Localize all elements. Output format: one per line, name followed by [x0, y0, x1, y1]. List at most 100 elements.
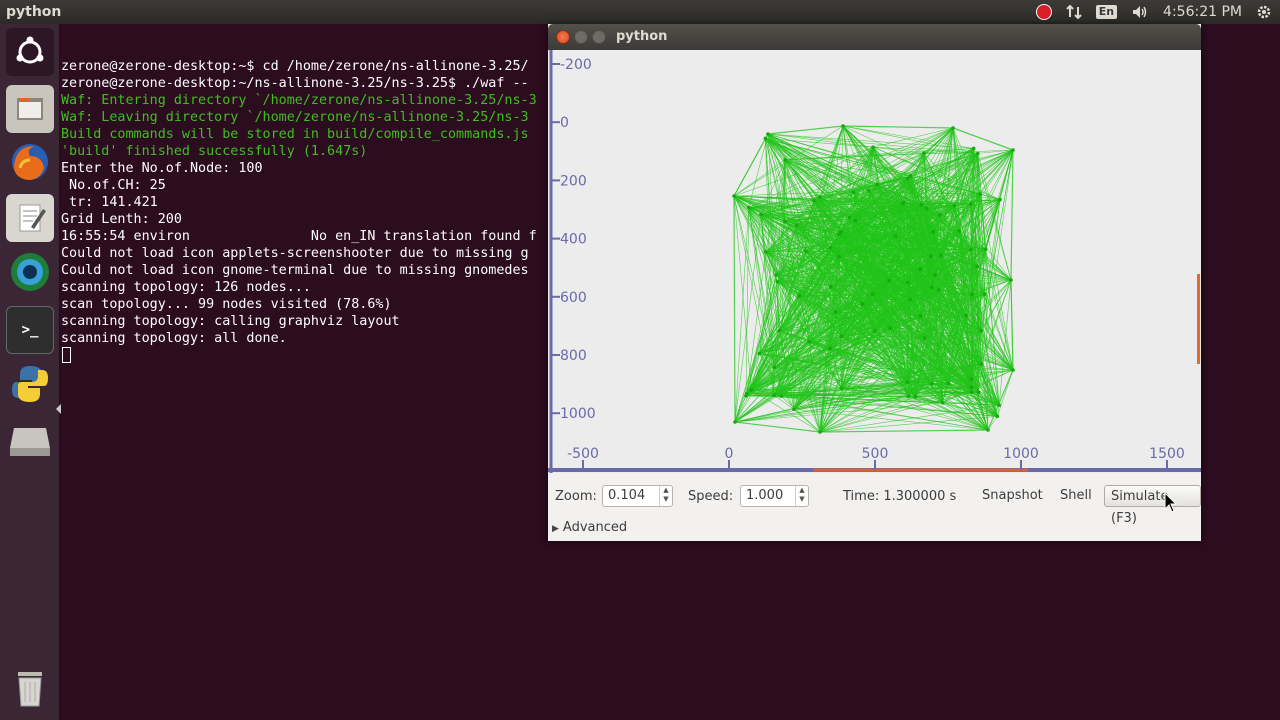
topology-node[interactable]	[772, 393, 776, 398]
topology-node[interactable]	[995, 414, 1000, 419]
topology-node[interactable]	[931, 230, 936, 234]
topology-node[interactable]	[833, 310, 838, 314]
topology-node[interactable]	[997, 403, 1001, 408]
snapshot-button[interactable]: Snapshot	[982, 485, 1043, 507]
topology-node[interactable]	[975, 264, 979, 268]
topology-node[interactable]	[733, 420, 737, 424]
simulate-button[interactable]: Simulate (F3)	[1104, 485, 1201, 526]
topology-node[interactable]	[818, 430, 822, 434]
topology-node[interactable]	[979, 362, 984, 366]
terminal-output[interactable]: zerone@zerone-desktop:~$ cd /home/zerone…	[61, 24, 548, 720]
topology-node[interactable]	[964, 314, 968, 318]
topology-node[interactable]	[744, 391, 749, 396]
topology-node[interactable]	[908, 174, 913, 178]
software-center-icon[interactable]	[6, 248, 54, 296]
topology-node[interactable]	[924, 206, 929, 211]
keyboard-layout-indicator[interactable]: En	[1095, 5, 1118, 19]
topology-node[interactable]	[906, 394, 911, 398]
topology-node[interactable]	[908, 297, 912, 302]
topology-node[interactable]	[860, 302, 865, 306]
topology-node[interactable]	[929, 254, 933, 259]
topology-node[interactable]	[971, 146, 976, 151]
topology-node[interactable]	[817, 195, 822, 199]
topology-node[interactable]	[792, 407, 796, 412]
topology-node[interactable]	[983, 292, 987, 296]
topology-node[interactable]	[1009, 278, 1013, 282]
topology-node[interactable]	[905, 380, 910, 385]
network-arrows-icon[interactable]	[1065, 4, 1082, 20]
volume-icon[interactable]	[1131, 4, 1149, 20]
topology-node[interactable]	[867, 188, 871, 193]
topology-node[interactable]	[772, 365, 777, 370]
topology-node[interactable]	[794, 223, 799, 228]
topology-node[interactable]	[940, 401, 945, 405]
clock[interactable]: 4:56:21 PM	[1163, 0, 1242, 24]
topology-node[interactable]	[922, 336, 927, 340]
terminal-icon[interactable]: >_	[6, 306, 54, 354]
topology-node[interactable]	[812, 198, 816, 203]
topology-node[interactable]	[951, 126, 955, 130]
zoom-spinbox[interactable]: 0.104 ▲ ▼	[602, 485, 673, 507]
topology-node[interactable]	[893, 234, 898, 238]
disk-drive-icon[interactable]	[6, 416, 54, 464]
topology-node[interactable]	[871, 292, 875, 296]
topology-node[interactable]	[766, 132, 770, 136]
topology-node[interactable]	[775, 279, 780, 284]
topology-node[interactable]	[828, 245, 833, 250]
topology-node[interactable]	[952, 203, 957, 208]
topology-node[interactable]	[839, 386, 844, 391]
topology-node[interactable]	[851, 190, 856, 194]
text-editor-icon[interactable]	[6, 194, 54, 242]
shell-button[interactable]: Shell	[1060, 485, 1092, 507]
topology-node[interactable]	[986, 428, 990, 432]
topology-node[interactable]	[919, 202, 924, 207]
topology-node[interactable]	[749, 388, 754, 392]
topology-node[interactable]	[905, 280, 910, 285]
topology-node[interactable]	[764, 250, 768, 254]
topology-node[interactable]	[978, 192, 982, 196]
topology-node[interactable]	[1011, 148, 1015, 152]
ubuntu-dash-icon[interactable]	[6, 28, 54, 76]
topology-node[interactable]	[918, 314, 923, 318]
topology-node[interactable]	[998, 197, 1002, 202]
topology-node[interactable]	[797, 294, 802, 298]
topology-node[interactable]	[853, 218, 858, 223]
topology-node[interactable]	[774, 273, 778, 277]
window-titlebar[interactable]: python	[548, 24, 1201, 50]
topology-node[interactable]	[837, 254, 841, 259]
topology-node[interactable]	[757, 351, 762, 356]
topology-node[interactable]	[922, 151, 926, 155]
settings-gear-icon[interactable]	[1256, 4, 1272, 20]
topology-node[interactable]	[828, 346, 832, 351]
close-button[interactable]	[556, 30, 570, 44]
speed-spinbox[interactable]: 1.000 ▲ ▼	[740, 485, 809, 507]
topology-canvas[interactable]: -200 0 200 400 600 800 1000 -500 0 500 1000 1500	[548, 50, 1201, 473]
topology-node[interactable]	[746, 205, 751, 210]
topology-node[interactable]	[975, 151, 980, 156]
topology-node[interactable]	[946, 381, 951, 386]
topology-node[interactable]	[930, 381, 934, 386]
topology-node[interactable]	[872, 329, 877, 333]
maximize-button[interactable]	[592, 30, 606, 44]
topology-node[interactable]	[763, 136, 768, 141]
topology-node[interactable]	[905, 176, 910, 181]
trash-icon[interactable]	[6, 664, 54, 712]
topology-node[interactable]	[979, 328, 984, 333]
topology-node[interactable]	[807, 339, 812, 344]
topology-node[interactable]	[969, 385, 974, 390]
topology-node[interactable]	[804, 249, 808, 254]
topology-node[interactable]	[939, 253, 943, 258]
topology-node[interactable]	[913, 395, 918, 399]
recording-indicator-icon[interactable]	[1035, 4, 1052, 20]
minimize-button[interactable]	[574, 30, 588, 44]
python-icon[interactable]	[6, 360, 54, 408]
topology-node[interactable]	[779, 394, 783, 398]
topology-node[interactable]	[847, 215, 852, 220]
topology-node[interactable]	[759, 212, 763, 217]
topology-node[interactable]	[969, 390, 974, 394]
topology-node[interactable]	[887, 278, 891, 283]
firefox-icon[interactable]	[6, 138, 54, 186]
topology-node[interactable]	[983, 247, 988, 251]
topology-node[interactable]	[871, 145, 875, 149]
topology-node[interactable]	[933, 273, 937, 277]
